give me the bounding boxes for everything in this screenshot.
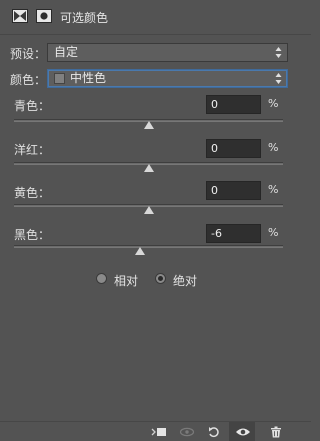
yellow-label: 黄色： xyxy=(14,186,51,200)
cyan-unit: % xyxy=(268,97,279,110)
colors-select[interactable]: 中性色 xyxy=(47,69,288,88)
properties-footer xyxy=(0,421,311,441)
absolute-label: 绝对 xyxy=(173,274,198,288)
view-previous-icon[interactable] xyxy=(179,426,195,438)
visibility-eye-icon[interactable] xyxy=(235,426,250,438)
delete-trash-icon[interactable] xyxy=(270,426,284,438)
preset-value: 自定 xyxy=(54,45,79,59)
relative-radio[interactable] xyxy=(96,273,107,284)
select-arrows-icon xyxy=(275,47,282,58)
magenta-unit: % xyxy=(268,141,279,154)
relative-label: 相对 xyxy=(114,274,139,288)
clip-to-layer-icon[interactable] xyxy=(151,426,166,438)
adjustment-layer-icon[interactable] xyxy=(12,9,28,23)
black-unit: % xyxy=(268,226,279,239)
yellow-input[interactable]: 0 xyxy=(206,181,261,200)
yellow-unit: % xyxy=(268,183,279,196)
colors-label: 颜色： xyxy=(10,73,47,87)
black-slider-track[interactable] xyxy=(14,245,283,248)
mask-icon[interactable] xyxy=(36,9,52,23)
cyan-label: 青色： xyxy=(14,99,51,113)
black-label: 黑色： xyxy=(14,228,51,242)
cyan-input[interactable]: 0 xyxy=(206,95,261,114)
panel-title: 可选颜色 xyxy=(60,11,109,25)
magenta-input[interactable]: 0 xyxy=(206,139,261,158)
absolute-radio[interactable] xyxy=(155,273,166,284)
preset-label: 预设： xyxy=(10,47,47,61)
colors-value: 中性色 xyxy=(70,71,107,85)
black-input[interactable]: -6 xyxy=(206,224,261,243)
color-swatch xyxy=(54,73,65,84)
cyan-slider-thumb[interactable] xyxy=(143,121,154,129)
select-arrows-icon xyxy=(275,73,282,84)
yellow-slider-thumb[interactable] xyxy=(143,206,154,214)
reset-icon[interactable] xyxy=(207,426,221,438)
magenta-label: 洋红： xyxy=(14,143,51,157)
preset-select[interactable]: 自定 xyxy=(47,43,288,62)
magenta-slider-thumb[interactable] xyxy=(143,164,154,172)
black-slider-thumb[interactable] xyxy=(135,247,146,255)
properties-header: 可选颜色 xyxy=(0,0,311,35)
